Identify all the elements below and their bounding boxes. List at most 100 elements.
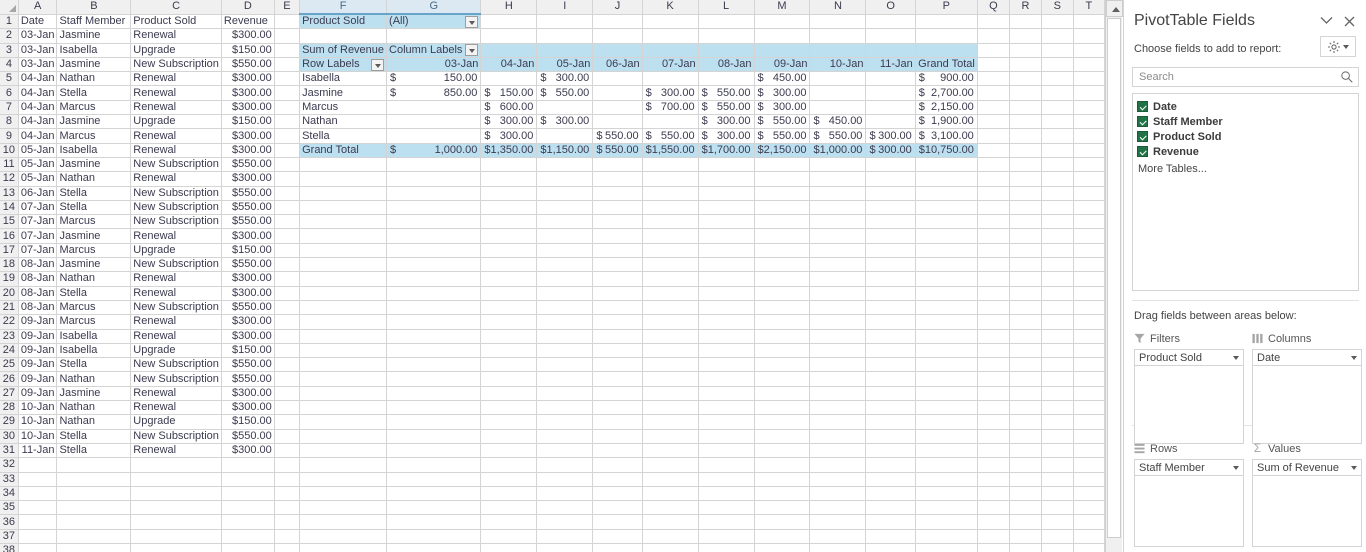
empty-cell[interactable]: [592, 400, 643, 416]
chevron-down-icon[interactable]: [1351, 355, 1357, 360]
empty-cell[interactable]: [1073, 443, 1105, 459]
source-cell-date[interactable]: 04-Jan: [18, 114, 58, 130]
empty-cell[interactable]: [1073, 186, 1105, 201]
empty-cell[interactable]: [754, 500, 811, 516]
row-header-19[interactable]: 19: [0, 271, 19, 287]
empty-cell[interactable]: [977, 228, 1011, 244]
empty-cell[interactable]: [274, 486, 301, 502]
empty-cell[interactable]: [386, 200, 482, 216]
empty-cell[interactable]: [754, 286, 811, 301]
empty-cell[interactable]: [865, 400, 916, 416]
empty-cell[interactable]: [592, 28, 643, 44]
empty-cell[interactable]: [754, 157, 811, 173]
empty-cell[interactable]: [221, 500, 275, 516]
empty-cell[interactable]: [480, 186, 538, 201]
source-cell-revenue[interactable]: $550.00: [221, 429, 275, 444]
empty-cell[interactable]: [1009, 85, 1042, 101]
empty-cell[interactable]: [915, 257, 978, 273]
source-header-cell[interactable]: Staff Member: [56, 14, 132, 30]
empty-cell[interactable]: [754, 486, 811, 502]
empty-cell[interactable]: [865, 514, 916, 530]
pivot-date-column-header[interactable]: 11-Jan: [865, 57, 916, 73]
pivot-date-column-header[interactable]: 04-Jan: [480, 57, 538, 73]
column-header-g[interactable]: G: [386, 0, 482, 16]
empty-cell[interactable]: [274, 114, 301, 130]
row-header-13[interactable]: 13: [0, 186, 19, 201]
empty-cell[interactable]: [1073, 228, 1105, 244]
empty-cell[interactable]: [1073, 357, 1105, 373]
empty-cell[interactable]: [386, 286, 482, 301]
source-cell-staff[interactable]: Marcus: [56, 314, 132, 330]
empty-cell[interactable]: [865, 271, 916, 287]
empty-cell[interactable]: [386, 386, 482, 402]
empty-cell[interactable]: [592, 14, 643, 30]
empty-cell[interactable]: [698, 514, 755, 530]
empty-cell[interactable]: [536, 257, 594, 273]
empty-cell[interactable]: [977, 243, 1011, 259]
source-cell-revenue[interactable]: $150.00: [221, 243, 275, 259]
empty-cell[interactable]: [1041, 386, 1074, 402]
empty-cell[interactable]: [1041, 543, 1074, 552]
column-header-d[interactable]: D: [221, 0, 275, 15]
empty-cell[interactable]: [536, 457, 594, 473]
empty-cell[interactable]: [698, 543, 755, 552]
empty-cell[interactable]: [754, 371, 811, 387]
empty-cell[interactable]: [480, 457, 538, 473]
empty-cell[interactable]: [1041, 186, 1074, 201]
empty-cell[interactable]: [698, 243, 755, 259]
empty-cell[interactable]: [754, 386, 811, 402]
empty-cell[interactable]: [809, 186, 867, 201]
empty-cell[interactable]: [1041, 357, 1074, 373]
source-cell-product[interactable]: New Subscription: [130, 371, 222, 387]
empty-cell[interactable]: [386, 343, 482, 359]
source-cell-product[interactable]: Renewal: [130, 314, 222, 330]
empty-cell[interactable]: [480, 157, 538, 173]
empty-cell[interactable]: [592, 386, 643, 402]
empty-cell[interactable]: [1073, 314, 1105, 330]
empty-cell[interactable]: [1009, 414, 1042, 430]
empty-cell[interactable]: [536, 529, 594, 544]
empty-cell[interactable]: [386, 243, 482, 259]
empty-cell[interactable]: [754, 443, 811, 459]
empty-cell[interactable]: [274, 357, 301, 373]
source-cell-staff[interactable]: Jasmine: [56, 386, 132, 402]
source-cell-staff[interactable]: Nathan: [56, 414, 132, 430]
source-cell-date[interactable]: 04-Jan: [18, 71, 58, 87]
pivot-cell[interactable]: [865, 71, 916, 87]
row-header-20[interactable]: 20: [0, 286, 19, 301]
values-field-chip[interactable]: Sum of Revenue: [1252, 459, 1362, 476]
pivot-header-fill[interactable]: [536, 43, 594, 58]
empty-cell[interactable]: [480, 171, 538, 187]
source-cell-revenue[interactable]: $550.00: [221, 57, 275, 73]
source-cell-product[interactable]: Upgrade: [130, 114, 222, 130]
empty-cell[interactable]: [754, 228, 811, 244]
empty-cell[interactable]: [536, 228, 594, 244]
source-cell-date[interactable]: 10-Jan: [18, 414, 58, 430]
empty-cell[interactable]: [977, 43, 1011, 58]
row-header-10[interactable]: 10: [0, 143, 19, 158]
pivot-cell[interactable]: $150.00: [386, 71, 482, 87]
empty-cell[interactable]: [865, 529, 916, 544]
empty-cell[interactable]: [1073, 271, 1105, 287]
empty-cell[interactable]: [977, 57, 1011, 73]
empty-cell[interactable]: [915, 386, 978, 402]
empty-cell[interactable]: [754, 300, 811, 316]
empty-cell[interactable]: [299, 400, 388, 416]
empty-cell[interactable]: [221, 457, 275, 473]
empty-cell[interactable]: [865, 414, 916, 430]
empty-cell[interactable]: [809, 514, 867, 530]
source-cell-product[interactable]: New Subscription: [130, 357, 222, 373]
empty-cell[interactable]: [1073, 214, 1105, 230]
rows-field-chip[interactable]: Staff Member: [1134, 459, 1244, 476]
source-cell-staff[interactable]: Jasmine: [56, 57, 132, 73]
empty-cell[interactable]: [299, 300, 388, 316]
pivot-cell[interactable]: $300.00: [536, 71, 594, 87]
source-cell-date[interactable]: 05-Jan: [18, 143, 58, 158]
empty-cell[interactable]: [1073, 400, 1105, 416]
empty-cell[interactable]: [536, 343, 594, 359]
empty-cell[interactable]: [642, 500, 699, 516]
column-header-m[interactable]: M: [754, 0, 811, 15]
empty-cell[interactable]: [977, 286, 1011, 301]
empty-cell[interactable]: [274, 143, 301, 158]
empty-cell[interactable]: [299, 500, 388, 516]
